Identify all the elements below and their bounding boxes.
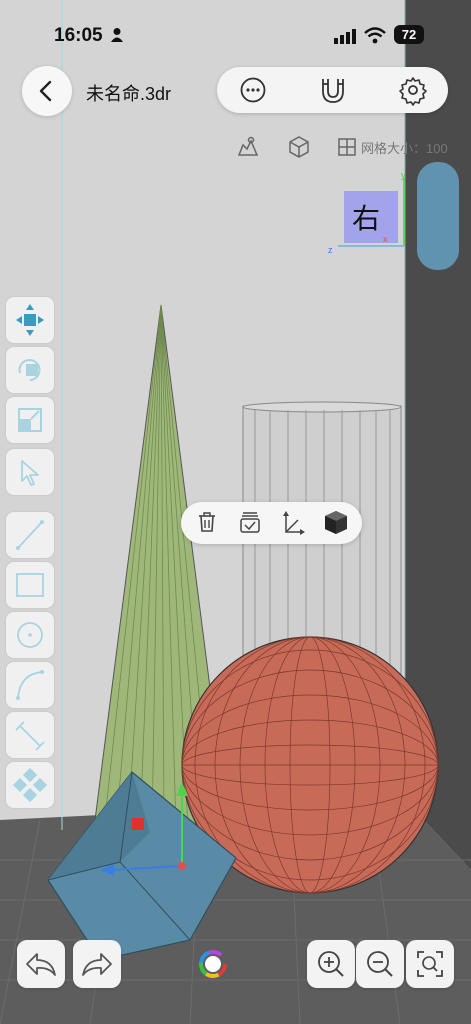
file-name: 未名命.3dr (86, 84, 172, 104)
arc-tool-button[interactable] (6, 662, 54, 708)
redo-icon (82, 953, 112, 976)
top-action-bar (217, 67, 448, 113)
object-context-menu (181, 502, 362, 544)
status-time: 16:05 (54, 25, 103, 46)
grid-icon[interactable] (335, 135, 359, 159)
snap-button[interactable] (303, 67, 363, 113)
rotate-icon (18, 359, 41, 381)
grid-size-label: 网格大小：100 (361, 141, 448, 156)
settings-button[interactable] (383, 67, 443, 113)
back-button[interactable] (22, 66, 72, 116)
redo-button[interactable] (73, 940, 121, 988)
rotate-tool-button[interactable] (6, 347, 54, 393)
more-icon (240, 77, 266, 103)
chevron-left-icon (39, 80, 52, 102)
circle-tool-button[interactable] (6, 612, 54, 658)
trash-icon (199, 512, 215, 532)
component-tool-button[interactable] (6, 762, 54, 808)
line-icon (16, 520, 44, 550)
select-tool-button[interactable] (6, 449, 54, 495)
zoom-out-button[interactable] (356, 940, 404, 988)
wifi-icon (364, 27, 386, 44)
undo-button[interactable] (17, 940, 65, 988)
axis-x-label: x (383, 234, 388, 244)
scale-icon (18, 408, 42, 432)
check-stack-icon (240, 512, 260, 533)
axes-icon (283, 511, 305, 535)
zoom-in-button[interactable] (307, 940, 355, 988)
person-icon (110, 27, 124, 43)
cursor-icon (21, 460, 39, 486)
color-picker-button[interactable] (199, 950, 227, 978)
group-button[interactable] (230, 502, 270, 544)
line-tool-button[interactable] (6, 512, 54, 558)
undo-icon (26, 953, 56, 976)
rectangle-tool-button[interactable] (6, 562, 54, 608)
signal-icon (333, 28, 357, 44)
dimension-icon (15, 721, 45, 751)
cube-view-icon[interactable] (287, 135, 311, 159)
magnet-icon (322, 79, 344, 103)
axis-z-label: z (328, 245, 333, 255)
delete-button[interactable] (187, 502, 227, 544)
color-wheel-icon (199, 950, 227, 978)
gear-icon (399, 77, 427, 106)
zoom-fit-button[interactable] (406, 940, 454, 988)
circle-icon (17, 622, 43, 648)
move-icon (16, 304, 44, 336)
right-side-tab (417, 162, 459, 270)
axis-y-label: y (401, 170, 406, 180)
more-button[interactable] (223, 67, 283, 113)
rectangle-icon (16, 573, 44, 597)
battery-indicator: 72 (394, 25, 424, 44)
status-bar: 16:05 72 (0, 18, 471, 52)
view-cube-face-label: 右 (352, 203, 381, 234)
zoom-in-icon (318, 951, 344, 977)
arc-icon (16, 670, 44, 700)
move-tool-button[interactable] (6, 297, 54, 343)
map-view-icon[interactable] (236, 135, 260, 159)
zoom-fit-icon (417, 951, 443, 977)
zoom-out-icon (367, 951, 393, 977)
material-button[interactable] (316, 502, 356, 544)
solid-cube-icon (325, 511, 347, 534)
transform-button[interactable] (273, 502, 313, 544)
dimension-tool-button[interactable] (6, 712, 54, 758)
component-icon (12, 767, 48, 803)
scale-tool-button[interactable] (6, 397, 54, 443)
